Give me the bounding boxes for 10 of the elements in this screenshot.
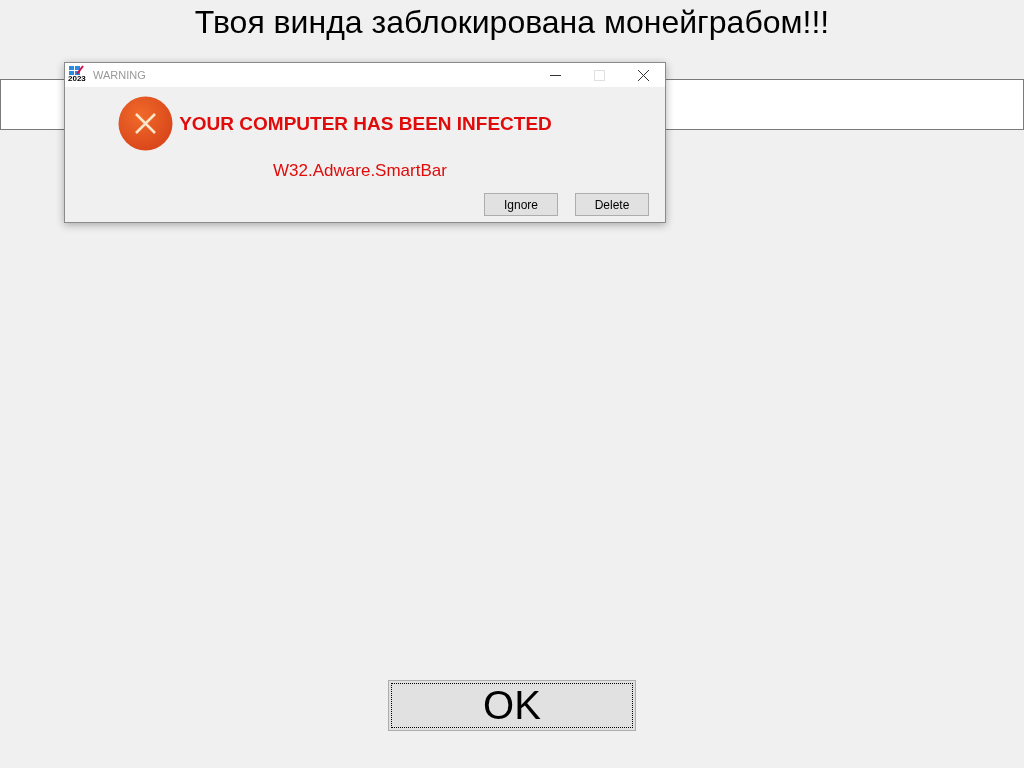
dialog-button[interactable]: Ignore (484, 193, 558, 216)
ok-button[interactable]: OK (388, 680, 636, 731)
threat-name: W32.Adware.SmartBar (273, 161, 447, 181)
heading: Твоя винда заблокирована монейграбом!!! (194, 3, 830, 42)
error-icon (118, 96, 174, 151)
warning-message: YOUR COMPUTER HAS BEEN INFECTED (179, 112, 552, 135)
close-icon[interactable] (637, 69, 649, 81)
dialog-button[interactable]: Delete (575, 193, 649, 216)
minimize-icon[interactable] (549, 74, 561, 76)
window-title: WARNING (93, 69, 147, 81)
